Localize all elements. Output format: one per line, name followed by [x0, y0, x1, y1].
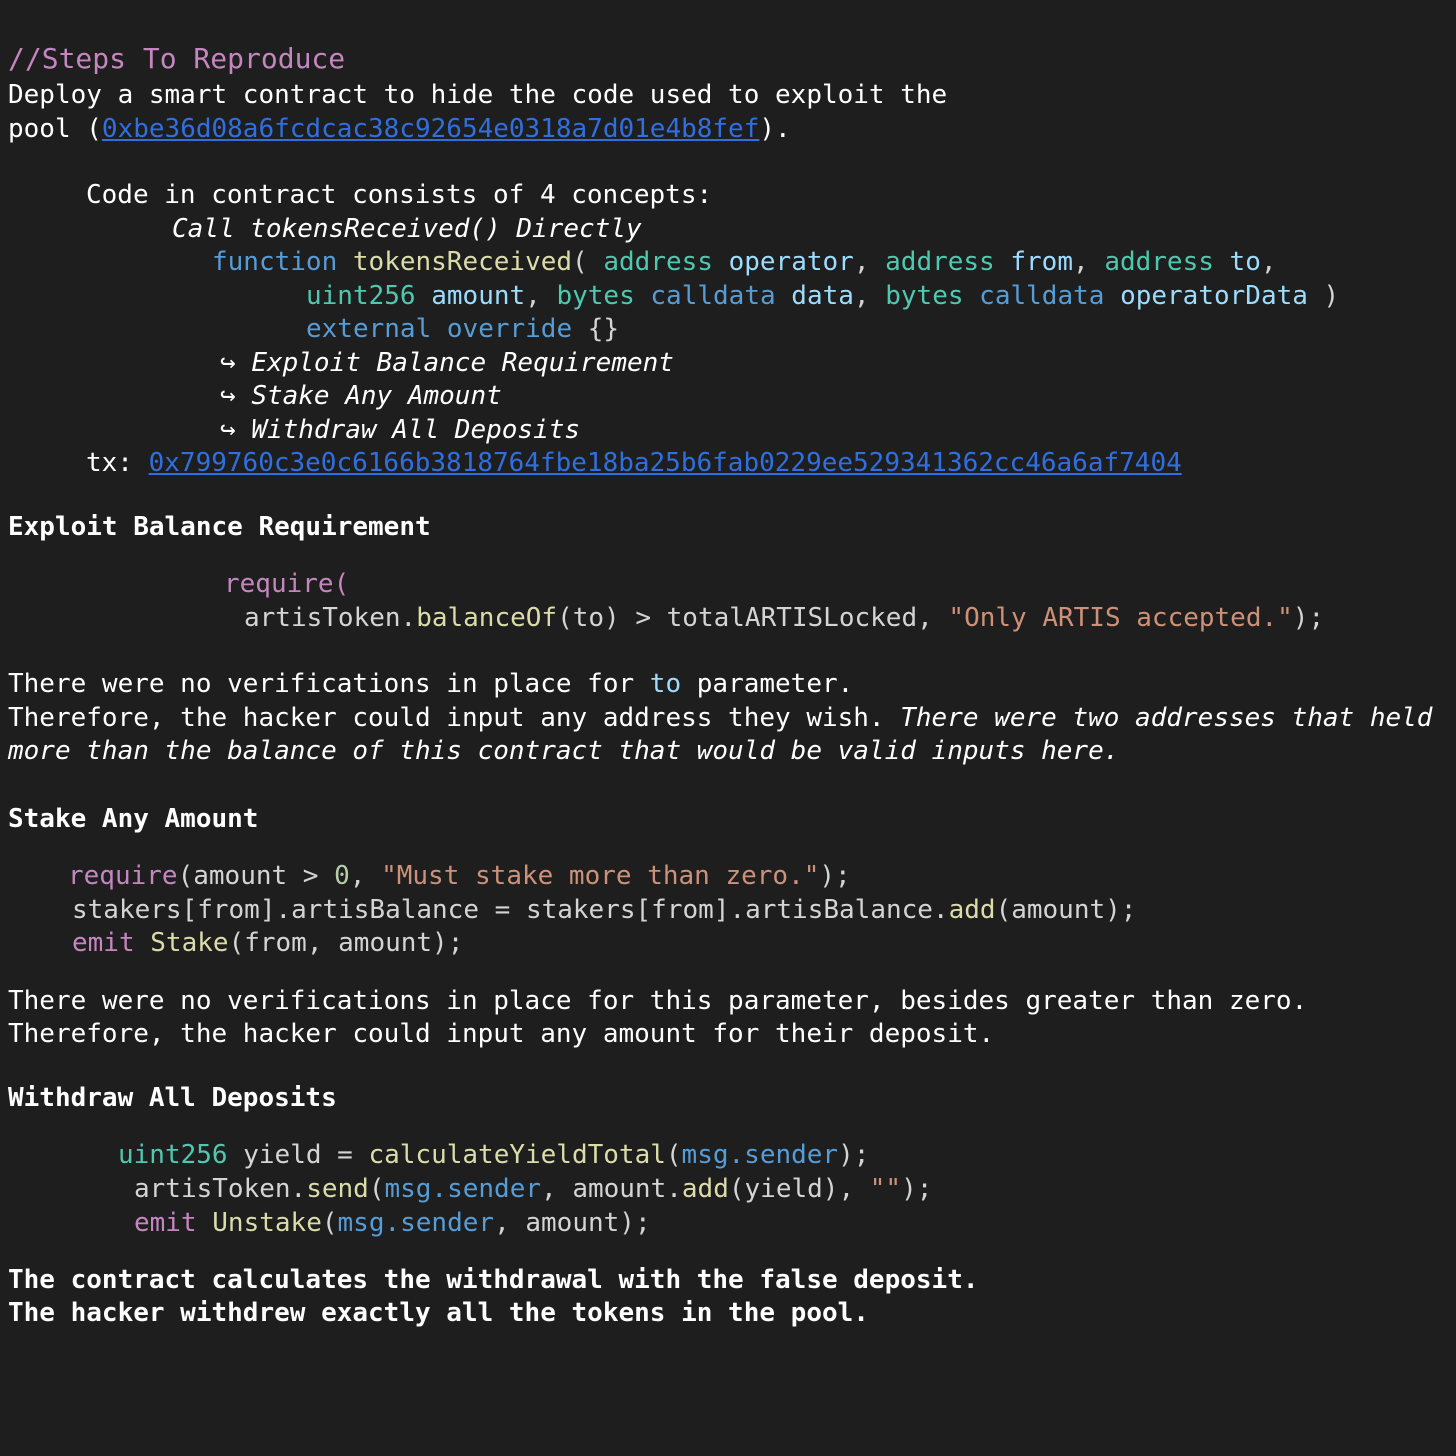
kw-require: require [68, 861, 178, 891]
section1-text-line3: more than the balance of this contract t… [8, 736, 1120, 766]
type-bytes: bytes [885, 281, 964, 311]
string-empty: "" [869, 1174, 902, 1204]
string-must-stake: "Must stake more than zero." [381, 861, 820, 891]
kw-emit: emit [72, 928, 135, 958]
withdraw-emit-line: emit Unstake(msg.sender, amount); [134, 1208, 651, 1238]
sub-item-1: ↪ Exploit Balance Requirement [220, 348, 674, 378]
require-open: require( [224, 569, 350, 599]
concepts-intro: Code in contract consists of 4 concepts: [86, 180, 713, 210]
intro-prefix: pool ( [8, 114, 102, 144]
section1-text-line2: Therefore, the hacker could input any ad… [8, 703, 1433, 733]
arrow-icon: ↪ [220, 381, 236, 411]
kw-calldata: calldata [979, 281, 1105, 311]
kw-calldata: calldata [650, 281, 776, 311]
fn-signature-line1: function tokensReceived( address operato… [212, 247, 1277, 277]
steps-intro-line1: Deploy a smart contract to hide the code… [8, 80, 948, 110]
fn-add: add [681, 1174, 729, 1204]
fn-braces: {} [587, 314, 620, 344]
steps-intro-line2: pool (0xbe36d08a6fcdcac38c92654e0318a7d0… [8, 112, 791, 146]
section-heading-withdraw-all: Withdraw All Deposits [8, 1083, 337, 1113]
string-only-artis: "Only ARTIS accepted." [948, 603, 1293, 633]
withdraw-send-line: artisToken.send(msg.sender, amount.add(y… [134, 1174, 933, 1204]
event-stake: Stake [150, 928, 229, 958]
type-address: address [885, 247, 995, 277]
fn-balanceOf: balanceOf [416, 603, 558, 633]
section3-text-line2: The hacker withdrew exactly all the toke… [8, 1298, 869, 1328]
stake-require-line: require(amount > 0, "Must stake more tha… [68, 861, 851, 891]
msg-sender: msg.sender [337, 1208, 495, 1238]
section2-text-line2: Therefore, the hacker could input any am… [8, 1019, 995, 1049]
type-address: address [1104, 247, 1214, 277]
arrow-icon: ↪ [220, 348, 236, 378]
tx-label: tx: [86, 448, 149, 478]
msg-sender: msg.sender [681, 1140, 839, 1170]
stake-balance-line: stakers[from].artisBalance = stakers[fro… [72, 895, 1137, 925]
param-data: data [791, 281, 854, 311]
param-from: from [1010, 247, 1073, 277]
fn-send: send [306, 1174, 369, 1204]
type-address: address [603, 247, 713, 277]
stake-emit-line: emit Stake(from, amount); [72, 928, 464, 958]
tx-hash-link[interactable]: 0x799760c3e0c6166b3818764fbe18ba25b6fab0… [149, 448, 1182, 478]
param-amount: amount [431, 281, 526, 311]
type-bytes: bytes [556, 281, 635, 311]
call-directly-label: Call tokensReceived() Directly [172, 214, 642, 244]
intro-suffix: ). [759, 114, 791, 144]
kw-emit: emit [134, 1208, 197, 1238]
withdraw-yield-line: uint256 yield = calculateYieldTotal(msg.… [118, 1140, 870, 1170]
kw-external: external [306, 314, 432, 344]
event-unstake: Unstake [212, 1208, 322, 1238]
pool-address-link[interactable]: 0xbe36d08a6fcdcac38c92654e0318a7d01e4b8f… [102, 114, 759, 144]
fn-signature-line2: uint256 amount, bytes calldata data, byt… [306, 281, 1340, 311]
kw-override: override [446, 314, 573, 344]
type-uint256: uint256 [306, 281, 416, 311]
fn-calculate-yield-total: calculateYieldTotal [368, 1140, 666, 1170]
type-uint256: uint256 [118, 1140, 228, 1170]
msg-sender: msg.sender [384, 1174, 542, 1204]
section-heading-exploit-balance: Exploit Balance Requirement [8, 512, 431, 542]
balance-check-line: artisToken.balanceOf(to) > totalARTISLoc… [244, 603, 1325, 633]
fn-signature-line3: external override {} [306, 312, 619, 346]
arrow-icon: ↪ [220, 415, 236, 445]
section-heading-stake-any: Stake Any Amount [8, 804, 259, 834]
sub-item-3: ↪ Withdraw All Deposits [220, 415, 581, 445]
fn-name: tokensReceived [352, 247, 573, 277]
section1-text-line1: There were no verifications in place for… [8, 669, 854, 699]
section2-text-line1: There were no verifications in place for… [8, 986, 1308, 1016]
var-to: to [649, 669, 682, 699]
kw-function: function [212, 247, 338, 277]
fn-add: add [948, 895, 996, 925]
section3-text-line1: The contract calculates the withdrawal w… [8, 1265, 979, 1295]
sub-item-2: ↪ Stake Any Amount [220, 381, 502, 411]
param-to: to [1229, 247, 1261, 277]
param-operator-data: operatorData [1120, 281, 1308, 311]
param-operator: operator [728, 247, 854, 277]
steps-heading: //Steps To Reproduce [8, 42, 346, 75]
tx-line: tx: 0x799760c3e0c6166b3818764fbe18ba25b6… [86, 446, 1182, 480]
